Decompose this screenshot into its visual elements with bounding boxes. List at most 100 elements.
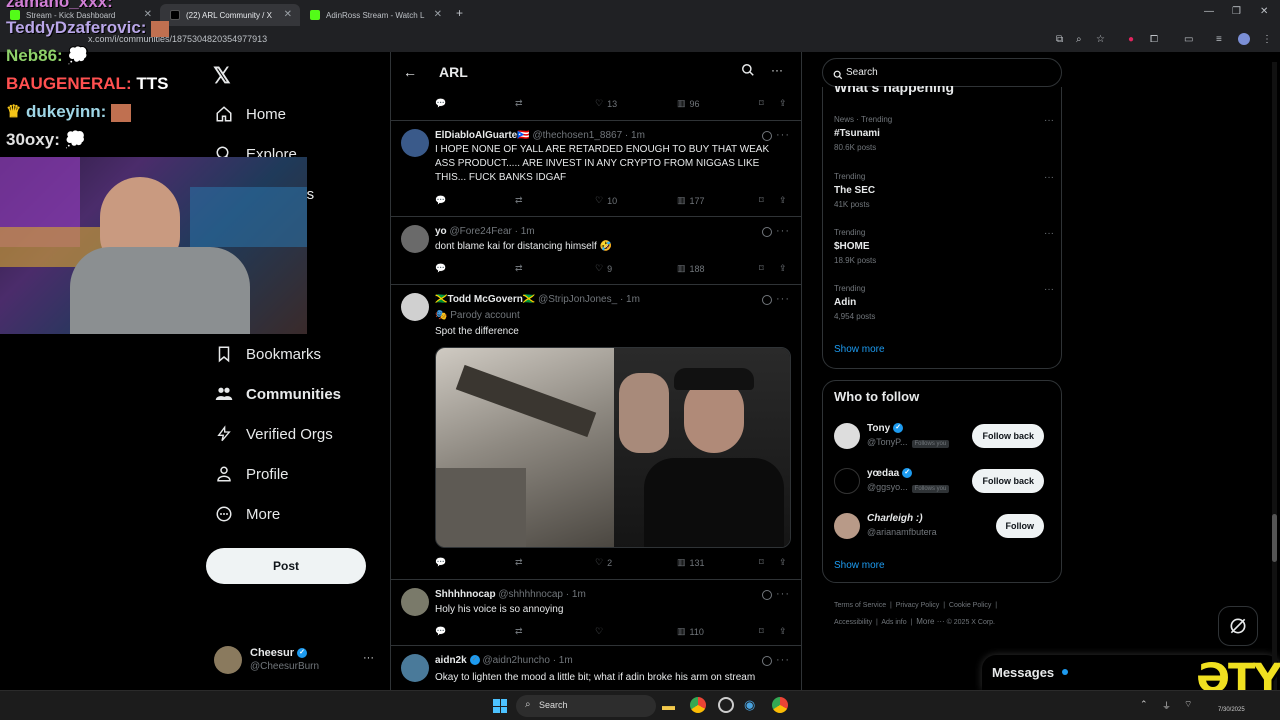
avatar[interactable] xyxy=(834,513,860,539)
wifi-icon[interactable]: ⌔ xyxy=(1184,699,1192,710)
new-tab-button[interactable]: + xyxy=(456,6,463,20)
maximize-button[interactable]: ❐ xyxy=(1232,6,1241,17)
tab-arl-community[interactable]: (22) ARL Community / X ✕ xyxy=(160,4,300,26)
tweet-item[interactable]: ElDiabloAlGuarte🇵🇷 @thechosen1_8867 · 1m… xyxy=(391,121,801,217)
trend-item[interactable]: Trending Adin 4,954 posts ··· xyxy=(834,284,1054,321)
more-options-icon[interactable]: ··· xyxy=(776,129,790,141)
more-options-icon[interactable]: ··· xyxy=(771,63,783,77)
avatar[interactable] xyxy=(401,293,429,321)
nav-bookmarks[interactable]: Bookmarks xyxy=(214,339,321,369)
steam-icon[interactable]: ◉ xyxy=(744,697,755,713)
repost-icon[interactable]: ⇄ xyxy=(515,263,523,274)
bookmark-icon[interactable]: ⌑ xyxy=(759,195,764,206)
like-button[interactable]: ♡ 10 xyxy=(595,195,617,206)
scrollbar-thumb[interactable] xyxy=(1272,514,1277,562)
grok-icon[interactable] xyxy=(762,131,772,141)
share-icon[interactable]: ⇪ xyxy=(779,557,787,568)
footer-link-terms[interactable]: Terms of Service xyxy=(834,602,886,609)
show-more-link[interactable]: Show more xyxy=(834,560,885,571)
close-icon[interactable]: ✕ xyxy=(434,9,442,20)
grok-icon[interactable] xyxy=(762,590,772,600)
zoom-icon[interactable]: ⌕ xyxy=(1076,34,1082,45)
like-button[interactable]: ♡ 9 xyxy=(595,263,612,274)
back-arrow-icon[interactable]: ← xyxy=(403,64,417,80)
search-input[interactable]: Search xyxy=(822,58,1062,87)
repost-icon[interactable]: ⇄ xyxy=(515,557,523,568)
account-menu-icon[interactable]: ··· xyxy=(363,652,374,664)
tweet-handle[interactable]: @aidn2huncho xyxy=(482,655,549,666)
repost-icon[interactable]: ⇄ xyxy=(515,98,523,109)
avatar[interactable] xyxy=(401,588,429,616)
tweet-item[interactable]: 🇯🇲Todd McGovern🇯🇲 @StripJonJones_ · 1m ·… xyxy=(391,285,801,580)
views-button[interactable]: ▥ 96 xyxy=(677,98,700,109)
close-icon[interactable]: ✕ xyxy=(284,9,292,20)
profile-avatar[interactable] xyxy=(1238,33,1250,45)
avatar[interactable] xyxy=(834,468,860,494)
share-icon[interactable]: ⇪ xyxy=(779,626,787,637)
tweet-item[interactable]: aidn2k ✓ @aidn2huncho · 1m ··· Okay to li… xyxy=(391,646,801,690)
tweet-item[interactable]: 💬 ⇄ ♡ 13 ▥ 96 ⌑ ⇪ xyxy=(391,92,801,121)
like-button[interactable]: ♡ 2 xyxy=(595,557,612,568)
tweet-item[interactable]: Shhhhnocap @shhhhnocap · 1m ··· Holy his… xyxy=(391,580,801,646)
more-options-icon[interactable]: ··· xyxy=(1044,172,1054,183)
usb-icon[interactable]: ⏚ xyxy=(1162,699,1171,712)
post-button[interactable]: Post xyxy=(206,548,366,584)
bookmark-icon[interactable]: ⌑ xyxy=(759,557,764,568)
reply-icon[interactable]: 💬 xyxy=(435,557,446,568)
views-button[interactable]: ▥ 110 xyxy=(677,626,704,637)
like-button[interactable]: ♡ 13 xyxy=(595,98,617,109)
show-more-link[interactable]: Show more xyxy=(834,344,885,355)
tweet-media[interactable] xyxy=(435,347,791,548)
more-options-icon[interactable]: ··· xyxy=(776,225,790,237)
avatar[interactable] xyxy=(401,654,429,682)
reply-icon[interactable]: 💬 xyxy=(435,626,446,637)
chrome-icon[interactable] xyxy=(772,697,788,713)
follow-back-button[interactable]: Follow back xyxy=(972,424,1044,448)
tweet-author[interactable]: 🇯🇲Todd McGovern🇯🇲 xyxy=(435,294,535,305)
tweet-handle[interactable]: @thechosen1_8867 xyxy=(532,130,622,141)
follow-user-name[interactable]: Charleigh :) xyxy=(867,513,923,524)
page-scrollbar[interactable] xyxy=(1272,62,1277,690)
share-icon[interactable]: ⇪ xyxy=(779,195,787,206)
account-name[interactable]: Cheesur ✓ xyxy=(250,647,308,659)
footer-link-ads[interactable]: Ads info xyxy=(881,619,906,626)
follow-back-button[interactable]: Follow back xyxy=(972,469,1044,493)
follow-button[interactable]: Follow xyxy=(995,514,1044,538)
follow-user-name[interactable]: Tony ✓ xyxy=(867,423,904,434)
footer-link-cookie[interactable]: Cookie Policy xyxy=(949,602,991,609)
cast-icon[interactable]: ⧉ xyxy=(1056,34,1063,45)
repost-icon[interactable]: ⇄ xyxy=(515,195,523,206)
like-button[interactable]: ♡ xyxy=(595,626,603,637)
close-window-button[interactable]: ✕ xyxy=(1260,6,1268,17)
grok-button[interactable] xyxy=(1218,606,1258,646)
avatar[interactable] xyxy=(401,129,429,157)
tab-adinross-stream[interactable]: AdinRoss Stream - Watch L ✕ xyxy=(300,4,450,26)
trend-item[interactable]: Trending The SEC 41K posts ··· xyxy=(834,172,1054,209)
more-options-icon[interactable]: ··· xyxy=(1044,115,1054,126)
bookmark-icon[interactable]: ⌑ xyxy=(759,263,764,274)
avatar[interactable] xyxy=(401,225,429,253)
x-logo-icon[interactable]: 𝕏 xyxy=(213,63,231,89)
file-explorer-icon[interactable]: ▬ xyxy=(662,698,675,713)
bookmark-icon[interactable]: ⌑ xyxy=(759,98,764,109)
sidebar-icon[interactable]: ▭ xyxy=(1184,34,1193,45)
more-options-icon[interactable]: ··· xyxy=(1044,228,1054,239)
tweet-author[interactable]: ElDiabloAlGuarte🇵🇷 xyxy=(435,130,530,141)
grok-icon[interactable] xyxy=(762,656,772,666)
trend-item[interactable]: Trending $HOME 18.9K posts ··· xyxy=(834,228,1054,265)
more-options-icon[interactable]: ··· xyxy=(1044,284,1054,295)
grok-icon[interactable] xyxy=(762,227,772,237)
tweet-handle[interactable]: @shhhhnocap xyxy=(498,589,563,600)
share-icon[interactable]: ⇪ xyxy=(779,263,787,274)
minimize-button[interactable]: — xyxy=(1204,6,1214,17)
follow-suggestion[interactable]: Tony ✓ @TonyP... Follows you Follow back xyxy=(834,421,1054,451)
more-options-icon[interactable]: ··· xyxy=(776,654,790,666)
app-icon[interactable] xyxy=(718,697,734,713)
share-icon[interactable]: ⇪ xyxy=(779,98,787,109)
tweet-item[interactable]: yo @Fore24Fear · 1m ··· dont blame kai f… xyxy=(391,217,801,285)
chrome-icon[interactable] xyxy=(690,697,706,713)
tweet-author[interactable]: yo xyxy=(435,226,447,237)
grok-icon[interactable] xyxy=(762,295,772,305)
bookmark-star-icon[interactable]: ☆ xyxy=(1096,34,1105,45)
tweet-handle[interactable]: @StripJonJones_ xyxy=(538,294,617,305)
